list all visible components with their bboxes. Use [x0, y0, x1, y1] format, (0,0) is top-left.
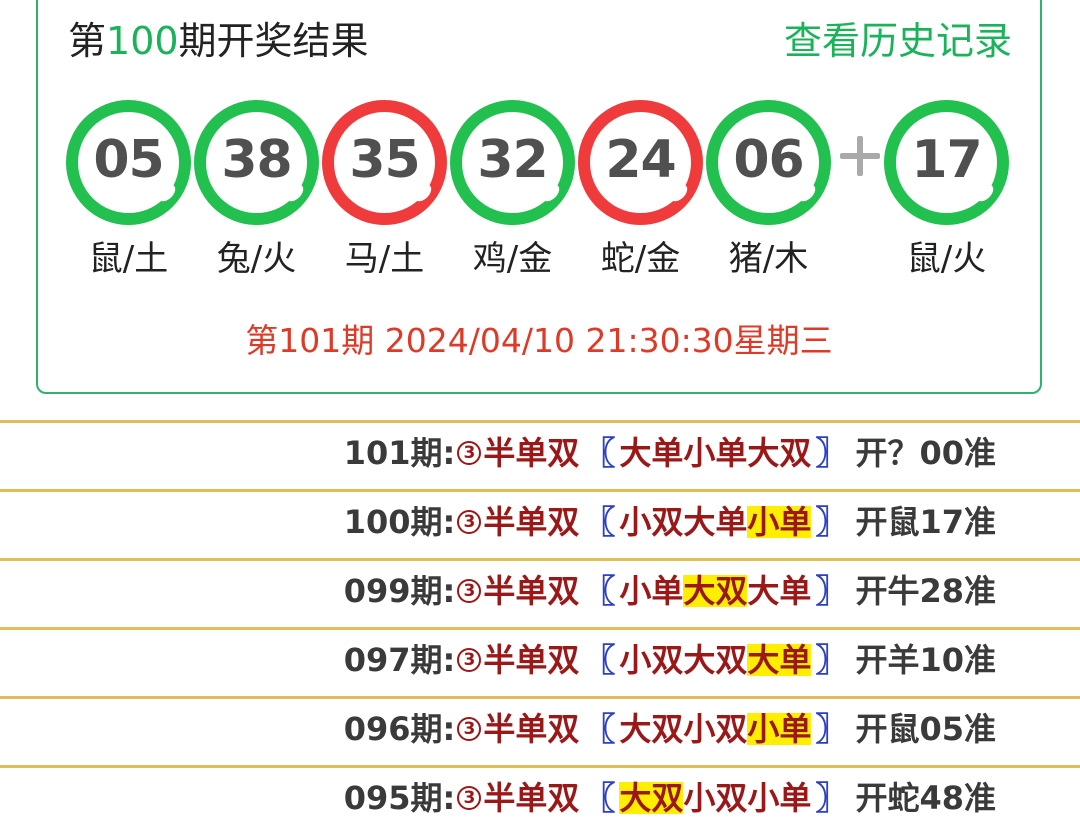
bracket-open: 〖 [583, 779, 616, 817]
lottery-ball: 35 [322, 100, 447, 225]
draw-result: 开蛇48准 [855, 779, 996, 817]
draw-result: 开羊10准 [855, 641, 996, 679]
pick-hit: 大双 [683, 572, 748, 610]
pick: 大双 [619, 710, 684, 748]
prediction-row: 101期: 3 半单双〖大单 小单 大双〗开？00准 [0, 420, 1080, 489]
ball-number: 32 [477, 130, 548, 190]
circled-number: 3 [457, 441, 482, 465]
next-draw-info: 第101期 2024/04/10 21:30:30星期三 [245, 321, 833, 360]
bracket-close: 〗 [815, 503, 848, 541]
pick: 小单 [619, 572, 684, 610]
ball-number: 05 [93, 130, 164, 190]
ball-zodiac-label: 马/土 [344, 239, 425, 279]
ball-zodiac-label: 兔/火 [216, 239, 297, 279]
draw-result: 开鼠17准 [855, 503, 996, 541]
ball-zodiac-label: 鼠/火 [906, 239, 987, 279]
circled-number: 3 [457, 510, 482, 534]
ball-number: 24 [605, 130, 676, 190]
pick: 小双 [619, 641, 684, 679]
period-label: 099期: [343, 572, 456, 610]
draw-result: 开？00准 [855, 434, 996, 472]
ball-zodiac-label: 鸡/金 [472, 239, 553, 279]
pick: 小双 [619, 503, 684, 541]
page-title: 第100期开奖结果 [68, 22, 369, 60]
bracket-close: 〗 [815, 434, 848, 472]
prediction-type: 半单双 [483, 641, 580, 679]
bracket-open: 〖 [583, 434, 616, 472]
special-ball: 17 [884, 100, 1009, 225]
period-label: 101期: [343, 434, 456, 472]
prediction-type: 半单双 [483, 503, 580, 541]
circled-number: 3 [457, 786, 482, 810]
draw-result: 开鼠05准 [855, 710, 996, 748]
bracket-close: 〗 [815, 572, 848, 610]
pick: 小双 [683, 710, 748, 748]
prediction-row: 097期: 3 半单双〖小双 大双 大单〗开羊10准 [0, 627, 1080, 696]
pick-hit: 小单 [747, 503, 812, 541]
bracket-open: 〖 [583, 503, 616, 541]
prediction-row: 096期: 3 半单双〖大双 小双 小单〗开鼠05准 [0, 696, 1080, 765]
prediction-row: 095期: 3 半单双〖大双 小双 小单〗开蛇48准 [0, 765, 1080, 834]
pick: 大双 [747, 434, 812, 472]
prediction-row: 100期: 3 半单双〖小双 大单 小单〗开鼠17准 [0, 489, 1080, 558]
view-history-link[interactable]: 查看历史记录 [784, 22, 1012, 60]
title-period-number: 100 [106, 19, 179, 63]
title-prefix: 第 [68, 19, 107, 63]
lottery-ball: 24 [578, 100, 703, 225]
circled-number: 3 [457, 648, 482, 672]
period-label: 095期: [343, 779, 456, 817]
circled-number: 3 [457, 579, 482, 603]
pick: 小双 [683, 779, 748, 817]
period-label: 100期: [343, 503, 456, 541]
pick: 大单 [683, 503, 748, 541]
pick-hit: 大双 [619, 779, 684, 817]
pick: 大单 [747, 572, 812, 610]
bracket-close: 〗 [815, 710, 848, 748]
ball-number: 38 [221, 130, 292, 190]
prediction-type: 半单双 [483, 710, 580, 748]
prediction-type: 半单双 [483, 779, 580, 817]
pick-hit: 大单 [747, 641, 812, 679]
draw-result-card: 第100期开奖结果 查看历史记录 05 鼠/土 38 兔/火 35 马/土 32 鸡/金 24 蛇… [36, 0, 1042, 394]
ball-zodiac-label: 鼠/土 [88, 239, 169, 279]
ball-number: 06 [733, 130, 804, 190]
pick-hit: 小单 [747, 710, 812, 748]
plus-icon [838, 134, 882, 178]
pick: 大单 [619, 434, 684, 472]
lottery-ball: 38 [194, 100, 319, 225]
lottery-ball: 05 [66, 100, 191, 225]
bracket-close: 〗 [815, 641, 848, 679]
period-label: 096期: [343, 710, 456, 748]
ball-number: 35 [349, 130, 420, 190]
prediction-type: 半单双 [483, 572, 580, 610]
pick: 大双 [683, 641, 748, 679]
circled-number: 3 [457, 717, 482, 741]
lottery-ball: 32 [450, 100, 575, 225]
prediction-list: 101期: 3 半单双〖大单 小单 大双〗开？00准 100期: 3 半单双〖小双 大单 小单〗开… [0, 420, 1080, 834]
bracket-open: 〖 [583, 641, 616, 679]
bracket-close: 〗 [815, 779, 848, 817]
pick: 小单 [683, 434, 748, 472]
ball-zodiac-label: 猪/木 [728, 239, 809, 279]
title-suffix: 期开奖结果 [178, 19, 369, 63]
period-label: 097期: [343, 641, 456, 679]
bracket-open: 〖 [583, 572, 616, 610]
prediction-row: 099期: 3 半单双〖小单 大双 大单〗开牛28准 [0, 558, 1080, 627]
prediction-type: 半单双 [483, 434, 580, 472]
bracket-open: 〖 [583, 710, 616, 748]
ball-number: 17 [911, 130, 982, 190]
pick: 小单 [747, 779, 812, 817]
lottery-ball: 06 [706, 100, 831, 225]
draw-result: 开牛28准 [855, 572, 996, 610]
ball-zodiac-label: 蛇/金 [600, 239, 681, 279]
